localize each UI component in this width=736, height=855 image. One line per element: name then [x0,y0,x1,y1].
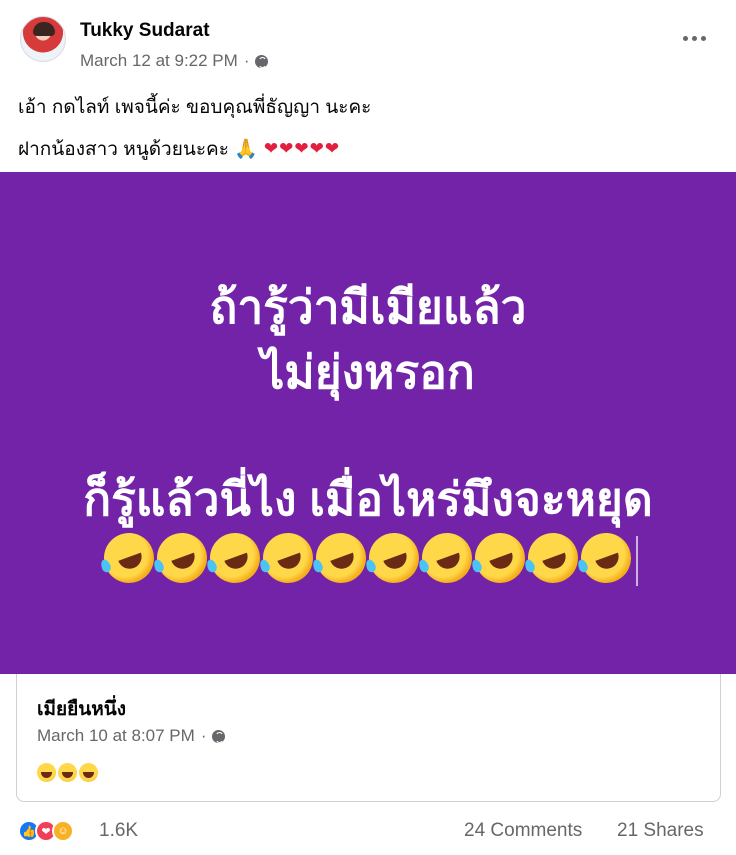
image-text-line-2: ไม่ยุ่งหรอก [261,346,475,398]
shared-post-timestamp[interactable]: March 10 at 8:07 PM [37,726,195,746]
text-cursor [636,536,638,586]
post-footer: 👍 ❤ ☺ 1.6K 24 Comments 21 Shares [0,810,736,850]
meta-separator: · [243,51,250,70]
meta-separator: · [200,726,207,745]
rofl-emoji-icon [255,525,321,591]
rofl-emoji-icon [202,525,268,591]
rofl-emoji-icon [308,525,374,591]
post-meta: March 12 at 9:22 PM · [80,51,269,71]
rofl-emoji-icon [573,525,639,591]
shared-post-meta: March 10 at 8:07 PM · [37,726,226,746]
post-caption-line-2: ฝากน้องสาว หนูด้วยนะคะ 🙏 ❤❤❤❤❤ [18,134,340,164]
post-caption-line-1: เอ้า กดไลท์ เพจนี้ค่ะ ขอบคุณพี่ธัญญา นะค… [18,97,372,118]
caption-text: ฝากน้องสาว หนูด้วยนะคะ 🙏 [18,139,258,160]
post-timestamp[interactable]: March 12 at 9:22 PM [80,51,238,71]
haha-icon: ☺ [52,820,74,842]
rofl-emoji-icon [520,525,586,591]
reaction-count[interactable]: 1.6K [99,820,138,842]
globe-icon[interactable] [255,54,269,68]
joy-emoji-icon [79,763,98,782]
joy-emoji-icon [37,763,56,782]
rofl-emoji-icon [149,525,215,591]
joy-emoji-icon [58,763,77,782]
image-text-line-1: ถ้ารู้ว่ามีเมียแล้ว [209,281,527,333]
globe-icon[interactable] [212,729,226,743]
shared-post-author[interactable]: เมียยืนหนึ่ง [37,694,126,724]
hearts-icon: ❤❤❤❤❤ [263,139,341,158]
rofl-emoji-icon [414,525,480,591]
rofl-emoji-icon [467,525,533,591]
post-header: Tukky Sudarat March 12 at 9:22 PM · [0,0,736,80]
rofl-emoji-row [96,525,639,591]
shared-post-card[interactable]: เมียยืนหนึ่ง March 10 at 8:07 PM · [16,674,721,802]
shared-image[interactable]: ถ้ารู้ว่ามีเมียแล้ว ไม่ยุ่งหรอก ก็รู้แล้… [0,172,736,674]
more-options-button[interactable] [676,20,712,56]
shares-count-link[interactable]: 21 Shares [617,820,704,842]
post-author-name[interactable]: Tukky Sudarat [80,20,210,42]
avatar[interactable] [20,16,66,62]
rofl-emoji-icon [361,525,427,591]
image-text-line-3: ก็รู้แล้วนี่ไง เมื่อไหร่มึงจะหยุด [83,473,653,525]
rofl-emoji-icon [96,525,162,591]
comments-count-link[interactable]: 24 Comments [464,820,582,842]
joy-emoji-row [37,763,98,782]
reaction-icons[interactable]: 👍 ❤ ☺ [18,820,74,842]
